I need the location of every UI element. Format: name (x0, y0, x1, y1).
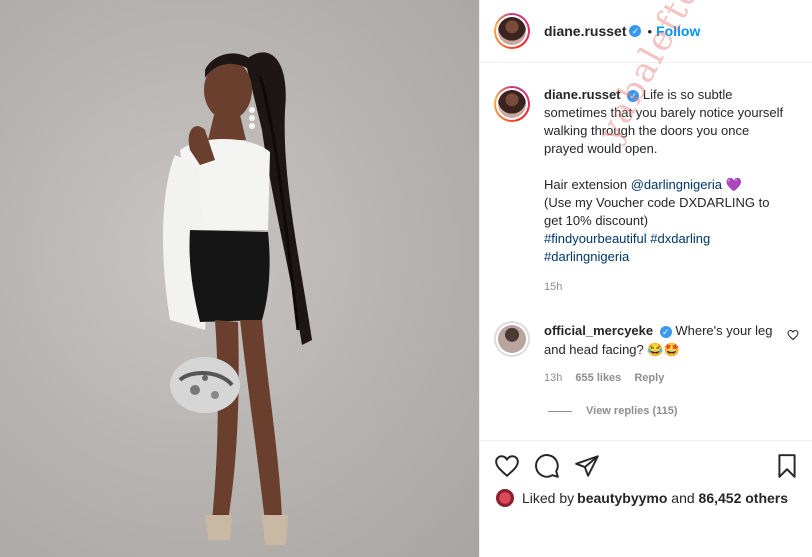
woman-illustration (163, 52, 312, 545)
heart-icon[interactable] (494, 453, 520, 479)
comment-avatar[interactable] (494, 321, 530, 357)
liked-by-middle: and (667, 490, 699, 506)
comment-username[interactable]: official_mercyeke (544, 323, 653, 338)
caption-avatar[interactable] (494, 86, 530, 122)
comment-icon[interactable] (534, 453, 560, 479)
verified-icon: ✓ (627, 89, 640, 102)
view-replies[interactable]: View replies (115) (548, 405, 678, 417)
bookmark-icon[interactable] (774, 453, 800, 479)
likes-count[interactable]: 86,452 others (699, 490, 789, 506)
avatar[interactable] (494, 13, 530, 49)
hashtag-link[interactable]: #darlingnigeria (544, 249, 629, 264)
comment-meta: 13h 655 likes Reply (544, 369, 774, 388)
post-header: diane.russet ✓ • Follow (480, 0, 812, 63)
liked-by-prefix: Liked by (522, 490, 575, 506)
mention-link[interactable]: @darlingnigeria (631, 177, 722, 192)
verified-icon: ✓ (659, 325, 672, 338)
post-photo[interactable] (0, 0, 479, 557)
caption-username[interactable]: diane.russet (544, 87, 621, 102)
separator-dot: • (647, 23, 653, 39)
voucher-text: (Use my Voucher code DXDARLING to get 10… (544, 195, 770, 228)
liked-by: Liked by beautybyymo and 86,452 others (496, 489, 788, 507)
verified-icon: ✓ (629, 25, 642, 37)
header-username[interactable]: diane.russet (544, 23, 626, 39)
comment-time[interactable]: 13h (544, 372, 562, 384)
divider-line (548, 410, 572, 412)
comment-body: official_mercyeke ✓ Where's your leg and… (544, 321, 774, 388)
comment-heart-icon[interactable] (787, 329, 799, 341)
heart-emoji: 💜 (725, 177, 742, 192)
caption-text: diane.russet ✓ Life is so subtle sometim… (544, 86, 784, 296)
liked-by-avatar[interactable] (496, 489, 514, 507)
liked-by-user[interactable]: beautybyymo (577, 490, 667, 506)
follow-button[interactable]: Follow (656, 23, 700, 39)
view-replies-label[interactable]: View replies (115) (586, 405, 678, 417)
hashtag-link[interactable]: #findyourbeautiful (544, 231, 647, 246)
action-bar: Liked by beautybyymo and 86,452 others (480, 440, 812, 557)
comment-likes[interactable]: 655 likes (575, 372, 621, 384)
post-side-panel: diane.russet ✓ • Follow diane.russet ✓ L… (479, 0, 812, 557)
comment: official_mercyeke ✓ Where's your leg and… (494, 321, 799, 388)
hashtag-link[interactable]: #dxdarling (650, 231, 710, 246)
hair-prefix: Hair extension (544, 177, 631, 192)
share-icon[interactable] (574, 453, 600, 479)
caption: diane.russet ✓ Life is so subtle sometim… (494, 86, 799, 296)
reply-button[interactable]: Reply (634, 372, 664, 384)
caption-timestamp[interactable]: 15h (544, 278, 784, 296)
